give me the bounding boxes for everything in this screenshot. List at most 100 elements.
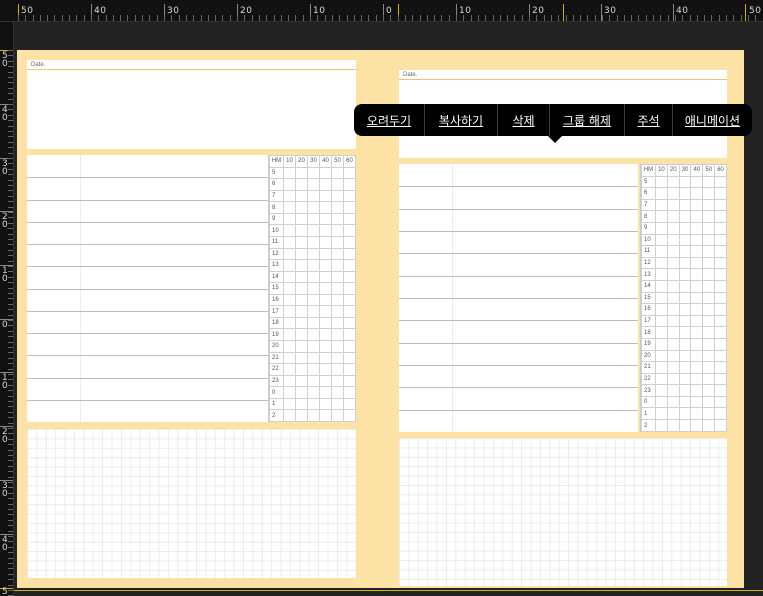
timetable-cell[interactable] <box>319 374 332 388</box>
timetable-cell[interactable] <box>714 349 727 363</box>
timetable-cell[interactable] <box>283 201 296 214</box>
timetable-cell[interactable] <box>690 187 704 200</box>
left-notes-lined[interactable] <box>27 155 268 422</box>
timetable-cell[interactable] <box>331 374 344 388</box>
timetable-cell[interactable] <box>319 409 332 422</box>
timetable-cell[interactable] <box>714 361 727 374</box>
timetable-cell[interactable] <box>714 268 727 281</box>
timetable-cell[interactable] <box>666 268 680 281</box>
timetable-cell[interactable] <box>331 270 344 284</box>
timetable-cell[interactable] <box>690 314 704 328</box>
timetable-cell[interactable] <box>666 221 680 235</box>
left-date-box[interactable]: Date. <box>27 60 356 149</box>
timetable-cell[interactable] <box>331 340 344 353</box>
timetable-cell[interactable] <box>678 221 692 235</box>
timetable-cell[interactable] <box>678 337 692 351</box>
timetable-cell[interactable] <box>655 372 668 386</box>
timetable-cell[interactable] <box>655 314 668 328</box>
timetable-cell[interactable] <box>714 314 727 328</box>
timetable-cell[interactable] <box>319 351 332 365</box>
timetable-cell[interactable] <box>666 245 680 258</box>
menu-item-delete[interactable]: 삭제 <box>498 104 550 136</box>
timetable-cell[interactable] <box>690 372 704 386</box>
timetable-cell[interactable] <box>343 293 356 307</box>
timetable-cell[interactable] <box>343 224 356 237</box>
right-grid-panel[interactable] <box>399 438 727 586</box>
timetable-cell[interactable] <box>702 361 716 374</box>
timetable-cell[interactable] <box>714 372 727 386</box>
timetable-cell[interactable] <box>319 270 332 284</box>
timetable-cell[interactable] <box>714 419 727 432</box>
timetable-cell[interactable] <box>283 178 296 191</box>
timetable-cell[interactable] <box>690 221 704 235</box>
timetable-cell[interactable] <box>331 166 344 180</box>
timetable-cell[interactable] <box>331 224 344 237</box>
timetable-cell[interactable] <box>690 303 704 316</box>
timetable-cell[interactable] <box>295 189 308 203</box>
horizontal-ruler[interactable]: 50 40 30 20 10 0 10 20 30 40 50 <box>0 0 763 22</box>
timetable-cell[interactable] <box>702 221 716 235</box>
timetable-cell[interactable] <box>331 293 344 307</box>
timetable-cell[interactable] <box>678 314 692 328</box>
timetable-cell[interactable] <box>307 224 320 237</box>
timetable-cell[interactable] <box>655 326 668 339</box>
timetable-cell[interactable] <box>331 247 344 261</box>
timetable-cell[interactable] <box>295 293 308 307</box>
timetable-cell[interactable] <box>283 247 296 261</box>
timetable-cell[interactable] <box>702 187 716 200</box>
timetable-cell[interactable] <box>295 397 308 411</box>
timetable-cell[interactable] <box>283 224 296 237</box>
timetable-cell[interactable] <box>307 201 320 214</box>
right-timetable[interactable]: HM 10 20 30 40 50 60 5 6 7 8 9 10 11 12 13 14 15 16 17 18 19 2… <box>640 164 727 432</box>
timetable-cell[interactable] <box>714 395 727 409</box>
timetable-cell[interactable] <box>702 210 716 223</box>
timetable-cell[interactable] <box>666 175 680 189</box>
timetable-cell[interactable] <box>678 175 692 189</box>
timetable-cell[interactable] <box>295 363 308 376</box>
timetable-cell[interactable] <box>295 386 308 399</box>
timetable-cell[interactable] <box>331 282 344 295</box>
timetable-cell[interactable] <box>295 316 308 330</box>
timetable-cell[interactable] <box>331 212 344 226</box>
left-timetable[interactable]: HM 10 20 30 40 50 60 5 6 7 8 9 10 11 12 13 14 15 16 17 18 19 2… <box>268 155 356 422</box>
timetable-cell[interactable] <box>666 384 680 397</box>
timetable-cell[interactable] <box>666 372 680 386</box>
timetable-cell[interactable] <box>678 291 692 305</box>
vertical-ruler[interactable]: 5 0 4 0 3 0 2 0 1 0 0 1 0 2 0 3 0 4 0 5 <box>0 22 14 596</box>
timetable-cell[interactable] <box>702 395 716 409</box>
timetable-cell[interactable] <box>283 386 296 399</box>
timetable-cell[interactable] <box>307 374 320 388</box>
timetable-cell[interactable] <box>714 221 727 235</box>
timetable-cell[interactable] <box>307 328 320 341</box>
timetable-cell[interactable] <box>319 235 332 249</box>
timetable-cell[interactable] <box>283 316 296 330</box>
timetable-cell[interactable] <box>666 361 680 374</box>
timetable-cell[interactable] <box>295 409 308 422</box>
timetable-cell[interactable] <box>655 303 668 316</box>
timetable-cell[interactable] <box>343 166 356 180</box>
timetable-cell[interactable] <box>295 351 308 365</box>
timetable-cell[interactable] <box>690 210 704 223</box>
timetable-cell[interactable] <box>295 212 308 226</box>
timetable-cell[interactable] <box>678 326 692 339</box>
timetable-cell[interactable] <box>331 178 344 191</box>
timetable-cell[interactable] <box>702 314 716 328</box>
timetable-cell[interactable] <box>331 235 344 249</box>
timetable-cell[interactable] <box>343 282 356 295</box>
timetable-cell[interactable] <box>690 279 704 293</box>
timetable-cell[interactable] <box>283 212 296 226</box>
timetable-cell[interactable] <box>655 210 668 223</box>
timetable-cell[interactable] <box>666 233 680 247</box>
timetable-cell[interactable] <box>690 245 704 258</box>
menu-item-comment[interactable]: 주석 <box>625 104 673 136</box>
timetable-cell[interactable] <box>307 363 320 376</box>
timetable-cell[interactable] <box>319 259 332 272</box>
timetable-cell[interactable] <box>655 175 668 189</box>
timetable-cell[interactable] <box>666 256 680 270</box>
timetable-cell[interactable] <box>678 210 692 223</box>
timetable-cell[interactable] <box>655 198 668 212</box>
timetable-cell[interactable] <box>307 293 320 307</box>
timetable-cell[interactable] <box>307 212 320 226</box>
timetable-cell[interactable] <box>283 351 296 365</box>
timetable-cell[interactable] <box>714 407 727 421</box>
